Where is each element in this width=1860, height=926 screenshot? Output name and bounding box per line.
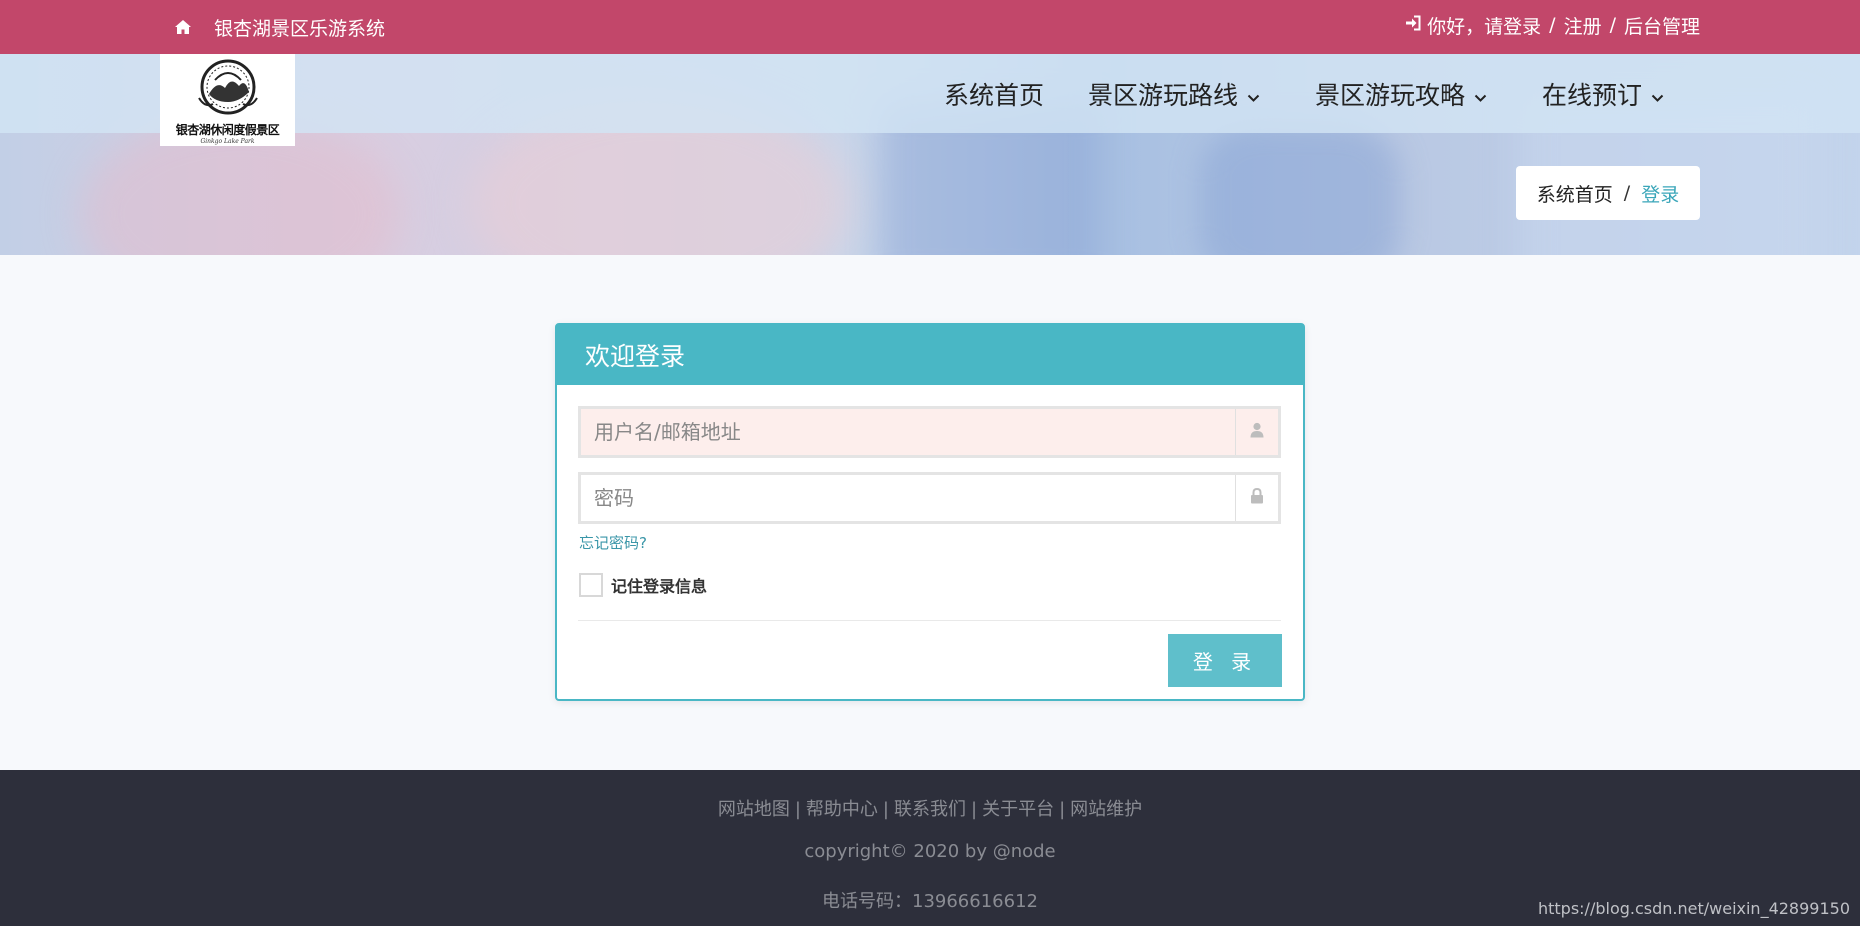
chevron-down-icon: [1465, 80, 1487, 109]
remember-checkbox[interactable]: [579, 573, 603, 597]
footer-link-contact[interactable]: 联系我们: [894, 799, 966, 820]
breadcrumb: 系统首页 / 登录: [1516, 166, 1700, 220]
sign-in-icon: [1405, 14, 1421, 36]
login-panel: 欢迎登录 忘记密码? 记住登录信息 登 录: [555, 323, 1305, 701]
top-bar: 银杏湖景区乐游系统 你好，请登录 / 注册 / 后台管理: [0, 0, 1860, 54]
admin-link[interactable]: 后台管理: [1624, 12, 1700, 39]
divider: [578, 620, 1281, 621]
user-icon: [1250, 422, 1264, 442]
forgot-password-link[interactable]: 忘记密码?: [579, 532, 647, 553]
footer-link-about[interactable]: 关于平台: [982, 799, 1054, 820]
remember-label: 记住登录信息: [611, 577, 708, 596]
nav-item-home[interactable]: 系统首页: [944, 76, 1044, 112]
login-link[interactable]: 你好，请登录: [1427, 12, 1541, 39]
login-panel-header: 欢迎登录: [557, 325, 1303, 385]
site-title: 银杏湖景区乐游系统: [214, 17, 386, 40]
site-logo[interactable]: 银杏湖休闲度假景区 Ginkgo Lake Park: [160, 54, 295, 146]
username-addon: [1235, 409, 1278, 455]
logo-subtext: Ginkgo Lake Park: [200, 138, 255, 145]
breadcrumb-home[interactable]: 系统首页: [1537, 180, 1613, 207]
nav-item-label: 景区游玩攻略: [1315, 81, 1466, 110]
password-input[interactable]: [581, 475, 1235, 521]
home-icon: [174, 19, 192, 35]
breadcrumb-current: 登录: [1641, 183, 1680, 206]
footer: 网站地图 | 帮助中心 | 联系我们 | 关于平台 | 网站维护 copyright© 2020…: [0, 770, 1860, 926]
watermark: https://blog.csdn.net/weixin_42899150: [1537, 899, 1850, 918]
nav-item-label: 景区游玩路线: [1088, 81, 1239, 110]
footer-link-sitemap[interactable]: 网站地图: [718, 799, 790, 820]
breadcrumb-separator: /: [1623, 182, 1631, 204]
nav-item-guides[interactable]: 景区游玩攻略: [1315, 76, 1487, 112]
lock-icon: [1250, 487, 1264, 508]
password-addon: [1235, 475, 1278, 521]
footer-copyright: copyright© 2020 by @node: [804, 841, 1056, 862]
chevron-down-icon: [1642, 80, 1664, 109]
register-link[interactable]: 注册: [1564, 12, 1602, 39]
separator: /: [1609, 14, 1616, 36]
nav-item-booking[interactable]: 在线预订: [1542, 76, 1664, 112]
password-field: [578, 472, 1281, 524]
nav-item-routes[interactable]: 景区游玩路线: [1088, 76, 1260, 112]
login-button[interactable]: 登 录: [1168, 634, 1282, 687]
footer-link-help[interactable]: 帮助中心: [806, 799, 878, 820]
chevron-down-icon: [1238, 80, 1260, 109]
logo-text: 银杏湖休闲度假景区: [175, 123, 280, 137]
username-field: [578, 406, 1281, 458]
remember-me[interactable]: 记住登录信息: [579, 573, 707, 597]
footer-links: 网站地图 | 帮助中心 | 联系我们 | 关于平台 | 网站维护: [0, 795, 1860, 821]
user-links: 你好，请登录 / 注册 / 后台管理: [1405, 12, 1700, 38]
footer-separator: |: [971, 799, 978, 820]
nav-item-label: 在线预订: [1542, 81, 1643, 110]
footer-separator: |: [1059, 799, 1066, 820]
nav-item-label: 系统首页: [944, 81, 1045, 110]
separator: /: [1549, 14, 1556, 36]
footer-separator: |: [794, 799, 801, 820]
site-home-link[interactable]: 银杏湖景区乐游系统: [174, 15, 386, 40]
logo-emblem-icon: [195, 58, 261, 120]
footer-link-maintenance[interactable]: 网站维护: [1070, 799, 1142, 820]
username-input[interactable]: [581, 409, 1235, 455]
login-title: 欢迎登录: [585, 342, 686, 371]
footer-separator: |: [882, 799, 889, 820]
